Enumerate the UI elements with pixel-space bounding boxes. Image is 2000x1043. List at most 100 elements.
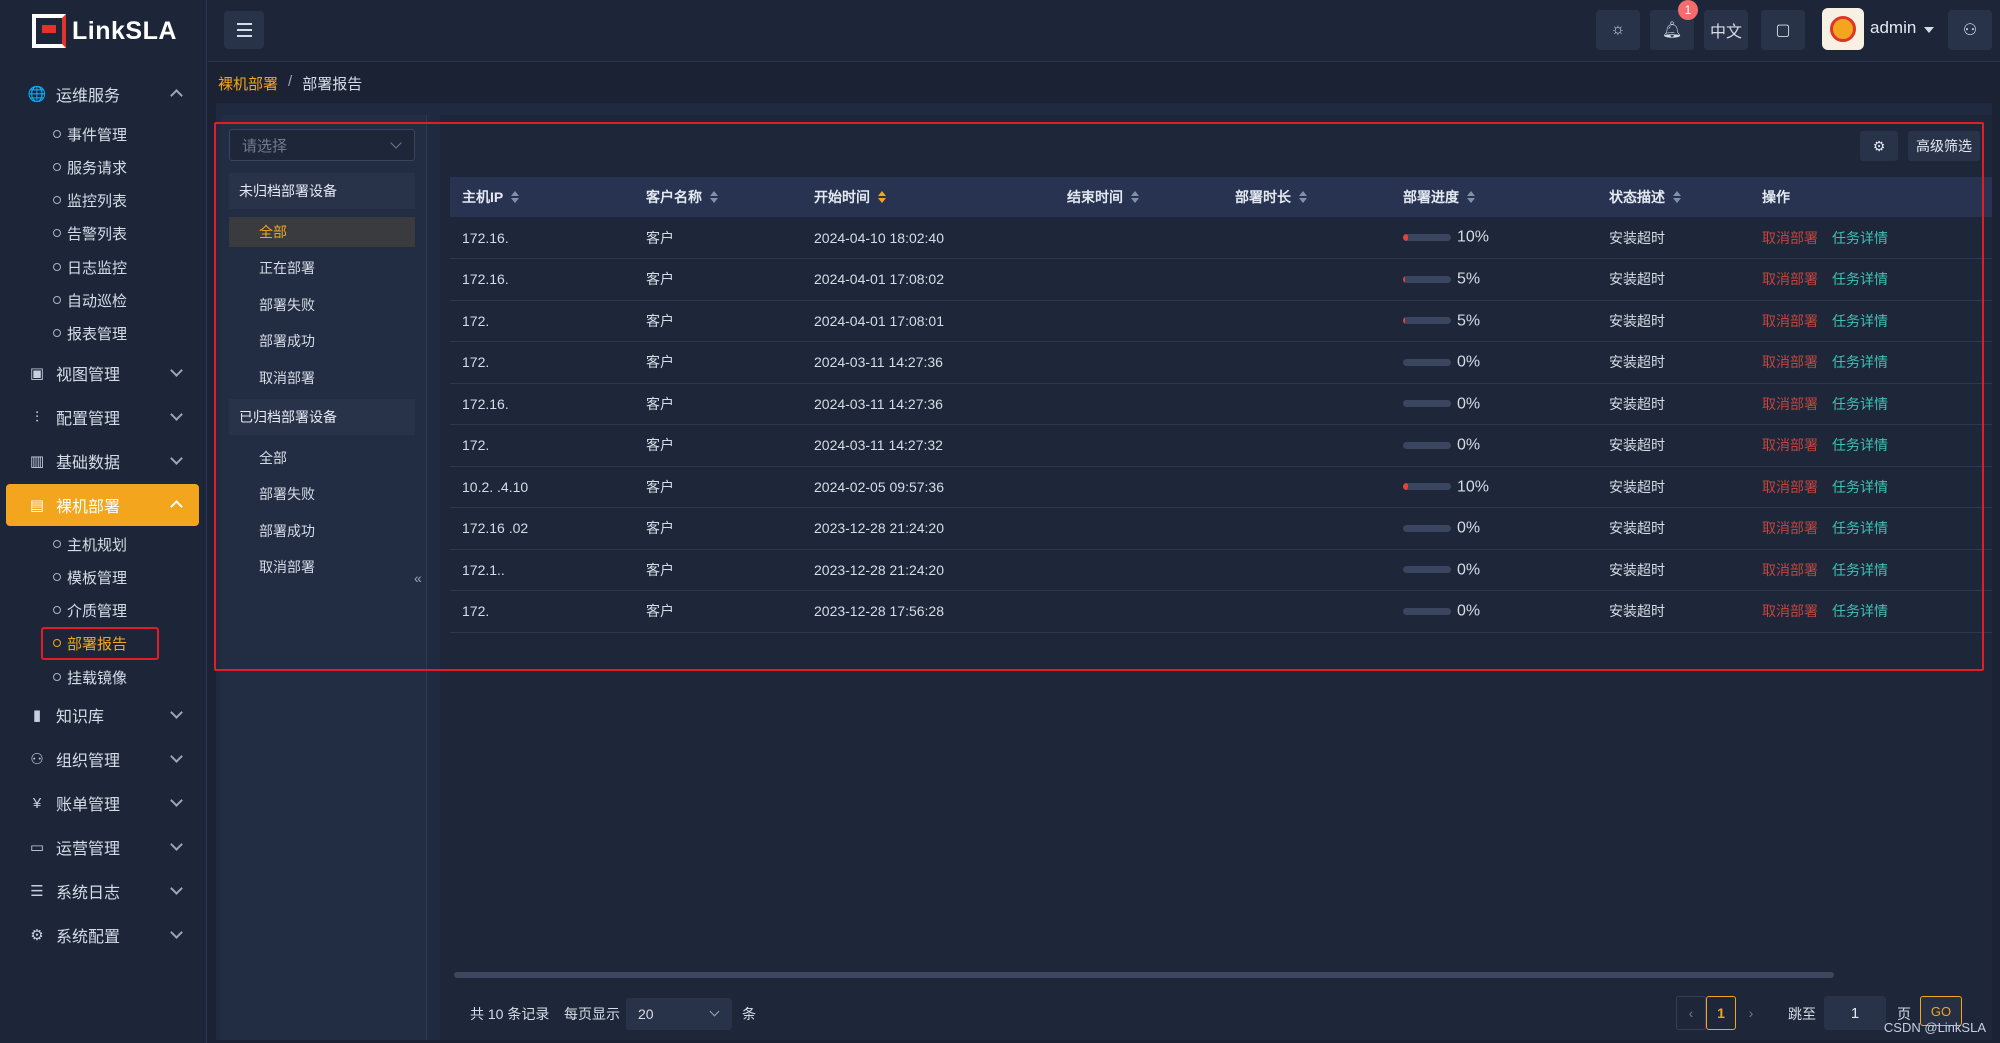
caret-down-icon[interactable] — [1924, 27, 1934, 33]
task-detail-link[interactable]: 任务详情 — [1832, 271, 1888, 287]
cancel-deploy-link[interactable]: 取消部署 — [1762, 230, 1818, 246]
col-end-time[interactable]: 结束时间 — [1055, 177, 1223, 217]
filter-unarchived-cancelled[interactable]: 取消部署 — [229, 363, 415, 393]
task-detail-link[interactable]: 任务详情 — [1832, 313, 1888, 329]
workbench-button[interactable]: ▢ — [1761, 10, 1805, 50]
nav-item-auto-inspection[interactable]: 自动巡检 — [53, 285, 127, 315]
col-customer-name[interactable]: 客户名称 — [634, 177, 802, 217]
filter-unarchived-deploying[interactable]: 正在部署 — [229, 253, 415, 283]
progress-text: 0% — [1457, 394, 1481, 412]
col-duration[interactable]: 部署时长 — [1223, 177, 1391, 217]
cancel-deploy-link[interactable]: 取消部署 — [1762, 520, 1818, 536]
filter-archived-failed[interactable]: 部署失败 — [229, 479, 415, 509]
task-detail-link[interactable]: 任务详情 — [1832, 562, 1888, 578]
nav-group-bill-manage[interactable]: ¥ 账单管理 — [6, 782, 199, 824]
progress-text: 10% — [1457, 477, 1490, 495]
page-number-current[interactable]: 1 — [1706, 996, 1736, 1030]
cell-customer: 客户 — [634, 424, 802, 467]
cancel-deploy-link[interactable]: 取消部署 — [1762, 313, 1818, 329]
nav-item-report-manage[interactable]: 报表管理 — [53, 318, 127, 348]
breadcrumb-parent[interactable]: 裸机部署 — [218, 73, 278, 94]
advanced-filter-button[interactable]: 高级筛选 — [1908, 131, 1980, 161]
col-start-time[interactable]: 开始时间 — [802, 177, 1055, 217]
nav-group-view-manage[interactable]: ▣ 视图管理 — [6, 352, 199, 394]
nav-item-incident[interactable]: 事件管理 — [53, 119, 127, 149]
task-detail-link[interactable]: 任务详情 — [1832, 396, 1888, 412]
nav-group-org-manage[interactable]: ⚇ 组织管理 — [6, 738, 199, 780]
user-settings-button[interactable]: ⚇ — [1948, 10, 1992, 50]
menu-toggle-button[interactable] — [224, 11, 264, 49]
nav-group-base-data[interactable]: ▥ 基础数据 — [6, 440, 199, 482]
filter-unarchived-success[interactable]: 部署成功 — [229, 326, 415, 356]
table-row: 172.16. 客户 2024-04-10 18:02:40 10% 安装超时 取消部署任… — [450, 217, 1992, 259]
cell-status: 安装超时 — [1597, 466, 1750, 508]
task-detail-link[interactable]: 任务详情 — [1832, 230, 1888, 246]
page-size-select[interactable]: 20 — [626, 998, 732, 1030]
nav-group-operation-manage[interactable]: ▭ 运营管理 — [6, 826, 199, 868]
next-page-button[interactable]: › — [1736, 996, 1766, 1030]
filter-unarchived-failed[interactable]: 部署失败 — [229, 290, 415, 320]
cell-end-time — [1055, 466, 1223, 508]
nav-item-media-manage[interactable]: 介质管理 — [53, 595, 127, 625]
nav-item-host-planning[interactable]: 主机规划 — [53, 529, 127, 559]
sort-icon — [1299, 191, 1307, 203]
cell-customer: 客户 — [634, 507, 802, 550]
nav-item-template-manage[interactable]: 模板管理 — [53, 562, 127, 592]
prev-page-button[interactable]: ‹ — [1676, 996, 1706, 1030]
cell-start-time: 2023-12-28 21:24:20 — [802, 549, 1055, 591]
cell-progress: 0% — [1391, 424, 1597, 467]
table-settings-button[interactable]: ⚙ — [1860, 131, 1898, 161]
jump-page-input[interactable]: 1 — [1824, 996, 1886, 1030]
nav-group-ops-service[interactable]: 🌐 运维服务 — [6, 73, 199, 115]
group-unarchived-title[interactable]: 未归档部署设备 — [229, 173, 415, 209]
cell-progress: 10% — [1391, 466, 1597, 508]
nav-group-config-manage[interactable]: ⫶ 配置管理 — [6, 396, 199, 438]
cancel-deploy-link[interactable]: 取消部署 — [1762, 354, 1818, 370]
filter-unarchived-all[interactable]: 全部 — [229, 217, 415, 247]
username-label[interactable]: admin — [1870, 18, 1916, 38]
nav-item-mount-image[interactable]: 挂载镜像 — [53, 662, 127, 692]
nav-item-monitor-list[interactable]: 监控列表 — [53, 185, 127, 215]
cell-duration — [1223, 300, 1391, 342]
col-host-ip[interactable]: 主机IP — [450, 177, 634, 217]
theme-toggle-button[interactable]: ☼ — [1596, 10, 1640, 50]
nav-group-system-log[interactable]: ☰ 系统日志 — [6, 870, 199, 912]
cancel-deploy-link[interactable]: 取消部署 — [1762, 396, 1818, 412]
filter-archived-success[interactable]: 部署成功 — [229, 516, 415, 546]
nav-item-alarm-list[interactable]: 告警列表 — [53, 218, 127, 248]
filter-select[interactable]: 请选择 — [229, 129, 415, 161]
cell-start-time: 2024-04-01 17:08:02 — [802, 258, 1055, 301]
cancel-deploy-link[interactable]: 取消部署 — [1762, 603, 1818, 619]
cell-host-ip: 172.1.. — [450, 549, 634, 591]
task-detail-link[interactable]: 任务详情 — [1832, 437, 1888, 453]
nav-item-service-request[interactable]: 服务请求 — [53, 152, 127, 182]
highlight-box-sidebar — [41, 627, 159, 660]
org-user-icon: ⚇ — [30, 751, 44, 768]
language-button[interactable]: 中文 — [1704, 10, 1748, 50]
collapse-panel-icon[interactable]: « — [414, 570, 422, 586]
filter-archived-all[interactable]: 全部 — [229, 443, 415, 473]
filter-archived-cancelled[interactable]: 取消部署 — [229, 552, 415, 582]
nav-group-baremetal-deploy[interactable]: ▤ 裸机部署 — [6, 484, 199, 526]
progress-bar — [1403, 358, 1451, 366]
cancel-deploy-link[interactable]: 取消部署 — [1762, 437, 1818, 453]
notification-button[interactable]: 🔔︎ 1 — [1650, 0, 1698, 50]
task-detail-link[interactable]: 任务详情 — [1832, 479, 1888, 495]
col-status[interactable]: 状态描述 — [1597, 177, 1750, 217]
nav-group-knowledge-base[interactable]: ▮ 知识库 — [6, 694, 199, 736]
task-detail-link[interactable]: 任务详情 — [1832, 603, 1888, 619]
horizontal-scrollbar[interactable] — [454, 972, 1834, 978]
cell-duration — [1223, 507, 1391, 550]
cancel-deploy-link[interactable]: 取消部署 — [1762, 271, 1818, 287]
cancel-deploy-link[interactable]: 取消部署 — [1762, 562, 1818, 578]
avatar[interactable] — [1822, 8, 1864, 50]
group-archived-title[interactable]: 已归档部署设备 — [229, 399, 415, 435]
nav-item-log-monitor[interactable]: 日志监控 — [53, 252, 127, 282]
nav-group-system-config[interactable]: ⚙ 系统配置 — [6, 914, 199, 956]
cancel-deploy-link[interactable]: 取消部署 — [1762, 479, 1818, 495]
col-progress[interactable]: 部署进度 — [1391, 177, 1597, 217]
task-detail-link[interactable]: 任务详情 — [1832, 354, 1888, 370]
cell-progress: 0% — [1391, 383, 1597, 425]
task-detail-link[interactable]: 任务详情 — [1832, 520, 1888, 536]
progress-bar — [1403, 483, 1451, 491]
